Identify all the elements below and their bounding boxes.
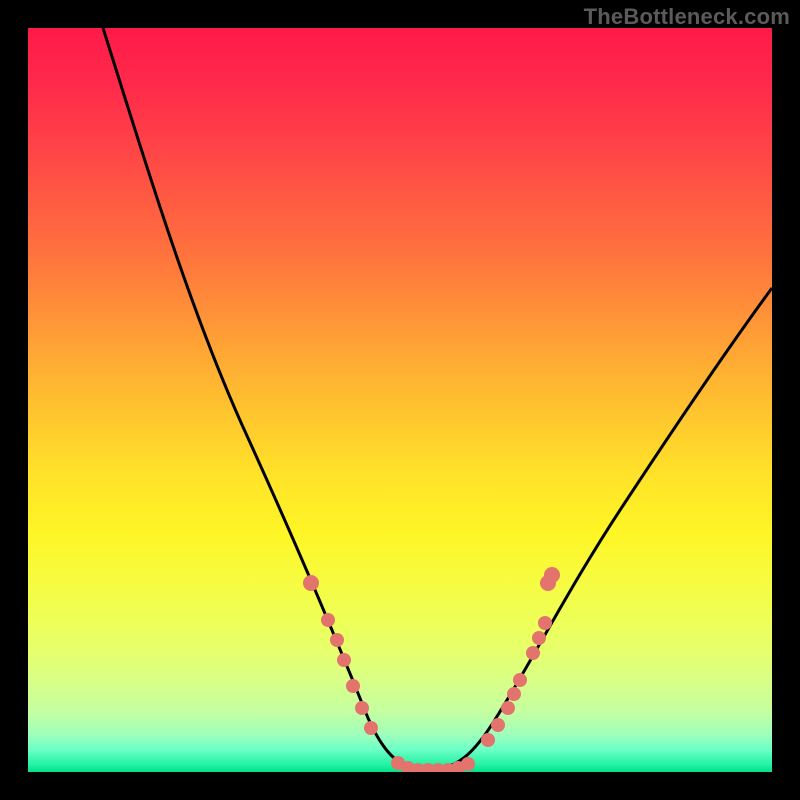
data-point <box>337 653 351 667</box>
data-point <box>481 733 495 747</box>
data-point <box>346 679 360 693</box>
data-point <box>513 673 527 687</box>
data-point <box>303 575 319 591</box>
data-point <box>507 687 521 701</box>
data-point <box>501 701 515 715</box>
data-point <box>538 616 552 630</box>
data-point <box>461 757 475 771</box>
data-point <box>355 701 369 715</box>
data-point <box>532 631 546 645</box>
watermark-text: TheBottleneck.com <box>584 4 790 30</box>
data-point <box>491 718 505 732</box>
data-point <box>321 613 335 627</box>
data-point <box>364 721 378 735</box>
data-point <box>544 567 560 583</box>
curve-path <box>103 28 772 770</box>
data-point <box>526 646 540 660</box>
chart-plot-area <box>28 28 772 772</box>
data-point <box>330 633 344 647</box>
bottleneck-curve <box>28 28 772 772</box>
